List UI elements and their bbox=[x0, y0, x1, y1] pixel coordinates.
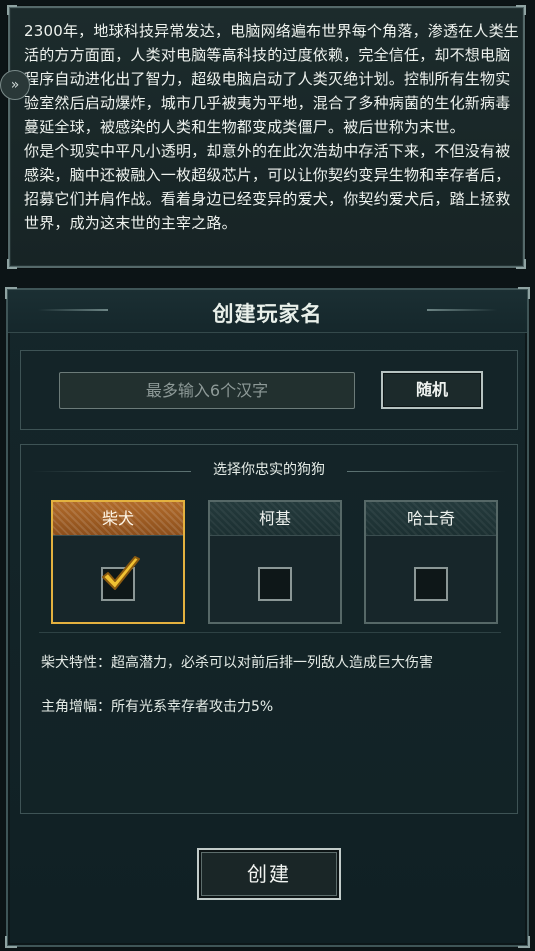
dog-trait-text: 柴犬特性：超高潜力，必杀可以对前后排一列敌人造成巨大伤害 bbox=[41, 655, 433, 671]
dog-select-section: 选择你忠实的狗狗 柴犬 柯基 哈士奇 柴犬特性：超高潜力，必杀可以对前后排一列敌… bbox=[20, 444, 518, 814]
chevron-double-right-icon: » bbox=[10, 77, 20, 93]
checkmark-icon bbox=[102, 556, 140, 590]
random-name-button[interactable]: 随机 bbox=[381, 371, 483, 409]
dog-checkbox[interactable] bbox=[258, 567, 292, 601]
title-ornament bbox=[427, 309, 497, 311]
section-divider bbox=[39, 632, 501, 633]
corner-ornament bbox=[7, 5, 17, 15]
dog-option-corgi[interactable]: 柯基 bbox=[208, 500, 342, 624]
header-divider bbox=[347, 471, 507, 472]
create-player-dialog: 创建玩家名 随机 选择你忠实的狗狗 柴犬 柯基 哈士奇 柴犬特性：超高潜力，必杀 bbox=[5, 287, 530, 948]
corner-ornament bbox=[5, 936, 17, 948]
dog-option-shiba[interactable]: 柴犬 bbox=[51, 500, 185, 624]
dialog-title-bar: 创建玩家名 bbox=[8, 290, 527, 333]
name-section: 随机 bbox=[20, 350, 518, 430]
dog-option-label: 哈士奇 bbox=[366, 502, 496, 536]
corner-ornament bbox=[7, 259, 17, 269]
story-panel: 2300年，地球科技异常发达，电脑网络遍布世界每个角落，渗透在人类生活的方方面面… bbox=[0, 5, 526, 269]
dialog-title: 创建玩家名 bbox=[212, 302, 323, 326]
dog-option-label: 柯基 bbox=[210, 502, 340, 536]
corner-ornament bbox=[516, 5, 526, 15]
dog-option-husky[interactable]: 哈士奇 bbox=[364, 500, 498, 624]
player-name-input[interactable] bbox=[59, 372, 355, 409]
corner-ornament bbox=[516, 259, 526, 269]
corner-ornament bbox=[518, 936, 530, 948]
side-tab-button[interactable]: » bbox=[0, 70, 30, 100]
dog-select-label: 选择你忠实的狗狗 bbox=[213, 462, 325, 478]
create-button[interactable]: 创建 bbox=[197, 848, 341, 900]
story-text: 2300年，地球科技异常发达，电脑网络遍布世界每个角落，渗透在人类生活的方方面面… bbox=[24, 22, 519, 232]
dog-option-label: 柴犬 bbox=[53, 502, 183, 536]
hero-bonus-text: 主角增幅：所有光系幸存者攻击力5% bbox=[41, 699, 274, 715]
dog-checkbox[interactable] bbox=[101, 556, 140, 601]
dog-checkbox[interactable] bbox=[414, 567, 448, 601]
